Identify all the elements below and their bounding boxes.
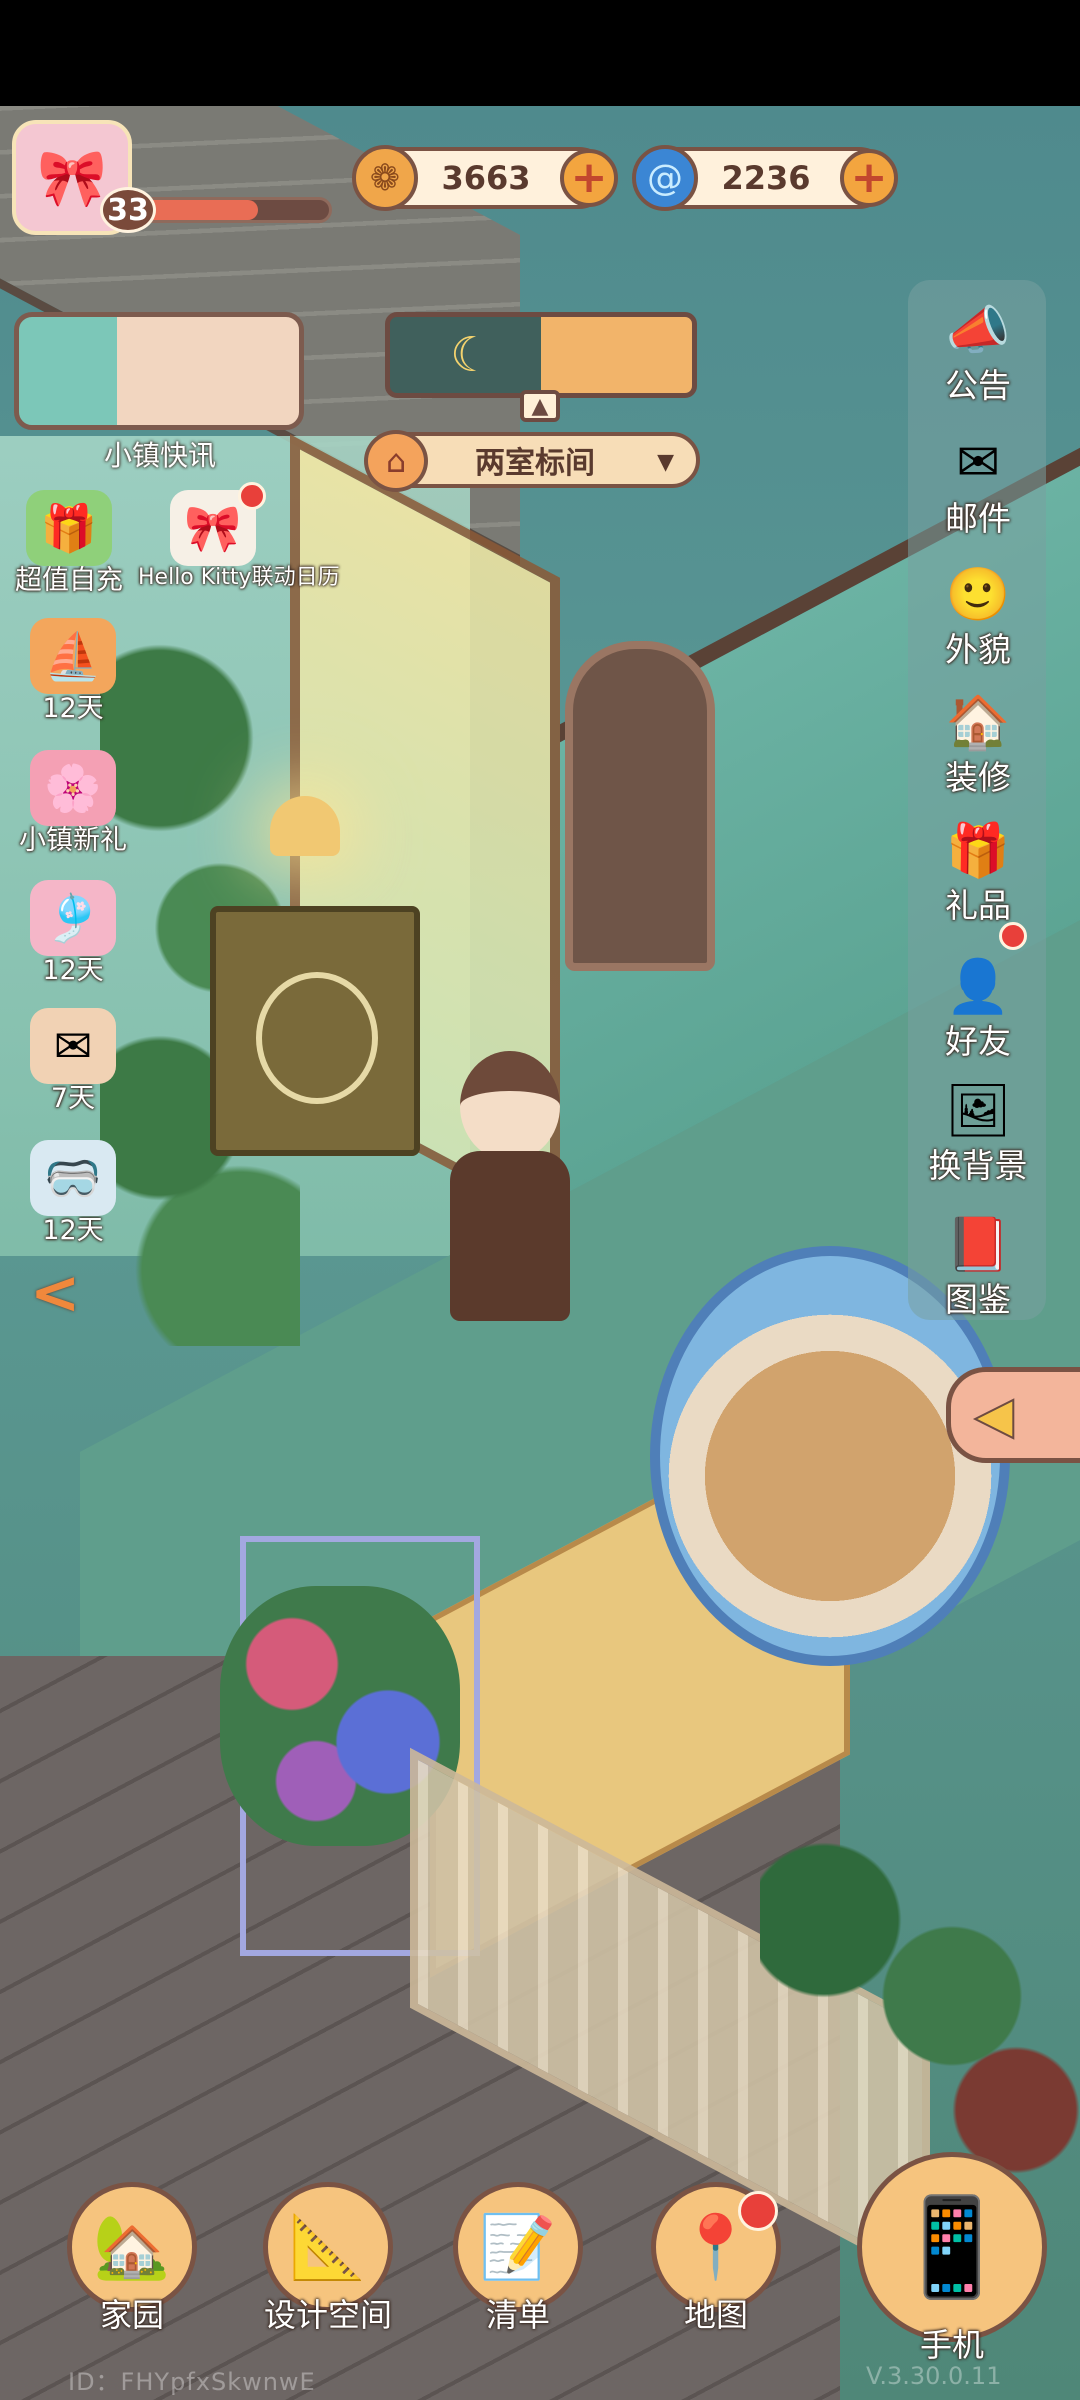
menu-mail[interactable]: ✉ 邮件 bbox=[920, 425, 1036, 537]
background-icon: 🖼 bbox=[944, 1080, 1011, 1141]
outfit-icon: 🎐 bbox=[30, 880, 116, 956]
add-coin-button[interactable]: + bbox=[560, 149, 618, 207]
exp-fill bbox=[143, 200, 259, 220]
mail-icon: ✉ bbox=[956, 433, 1000, 493]
news-banner[interactable] bbox=[14, 312, 304, 430]
event-timer: 12天 bbox=[42, 693, 104, 724]
megaphone-icon: 📣 bbox=[945, 300, 1011, 361]
nav-label: 设计空间 bbox=[263, 2296, 392, 2334]
menu-label: 公告 bbox=[945, 366, 1011, 405]
nav-label: 清单 bbox=[485, 2296, 550, 2334]
event-boat[interactable]: ⛵ 12天 bbox=[8, 618, 138, 724]
rose-icon: 🌸 bbox=[30, 750, 116, 826]
event-timer: 7天 bbox=[50, 1083, 96, 1114]
event-top-up[interactable]: 🎁 超值自充 bbox=[4, 490, 134, 596]
goggles-icon: 🥽 bbox=[30, 1140, 116, 1216]
collapse-right-button[interactable]: ◀ bbox=[946, 1367, 1080, 1463]
house-wrench-icon: 🏠 bbox=[945, 692, 1011, 753]
event-timer: 12天 bbox=[42, 1215, 104, 1246]
event-label: 小镇新礼 bbox=[19, 825, 127, 856]
chevron-down-icon: ▼ bbox=[657, 450, 674, 475]
menu-label: 好友 bbox=[945, 1022, 1011, 1061]
menu-label: 图鉴 bbox=[945, 1280, 1011, 1319]
weather-toggle[interactable]: ▲ bbox=[520, 390, 560, 422]
gem-counter[interactable]: @ 2236 + bbox=[632, 145, 898, 211]
player-id: ID：FHYpfxSkwnwE bbox=[68, 2368, 316, 2396]
bookshelf[interactable] bbox=[565, 641, 715, 971]
nav-label: 手机 bbox=[919, 2326, 984, 2364]
menu-label: 礼品 bbox=[945, 886, 1011, 925]
coin-icon: ❁ bbox=[352, 145, 418, 211]
player-character[interactable] bbox=[430, 1051, 590, 1381]
friend-book-icon: 👤 bbox=[945, 956, 1011, 1017]
letter-icon: ✉ bbox=[30, 1008, 116, 1084]
version-label: V.3.30.0.11 bbox=[866, 2362, 1002, 2390]
status-bar-area bbox=[0, 0, 1080, 106]
swirl-gem-icon: @ bbox=[632, 145, 698, 211]
house-icon: ⌂ bbox=[364, 430, 428, 492]
event-label: 超值自充 bbox=[15, 565, 123, 596]
coin-counter[interactable]: ❁ 3663 + bbox=[352, 145, 618, 211]
menu-label: 邮件 bbox=[945, 499, 1011, 538]
menu-appearance[interactable]: 🙂 外貌 bbox=[920, 556, 1036, 668]
menu-announcement[interactable]: 📣 公告 bbox=[920, 292, 1036, 404]
nav-design-space[interactable]: 📐 设计空间 bbox=[248, 2182, 408, 2336]
nav-map[interactable]: 📍 地图 bbox=[646, 2182, 786, 2336]
event-letter[interactable]: ✉ 7天 bbox=[8, 1008, 138, 1114]
menu-album[interactable]: 📕 图鉴 bbox=[920, 1206, 1036, 1318]
hello-kitty-icon: 🎀 bbox=[37, 145, 107, 211]
event-outfit[interactable]: 🎐 12天 bbox=[8, 880, 138, 986]
face-icon: 🙂 bbox=[945, 564, 1011, 625]
menu-label: 装修 bbox=[945, 758, 1011, 797]
notification-dot bbox=[238, 482, 266, 510]
menu-decorate[interactable]: 🏠 装修 bbox=[920, 684, 1036, 796]
event-goggles[interactable]: 🥽 12天 bbox=[8, 1140, 138, 1246]
menu-label: 外貌 bbox=[945, 630, 1011, 669]
menu-change-background[interactable]: 🖼 换背景 bbox=[920, 1072, 1036, 1184]
boat-icon: ⛵ bbox=[30, 618, 116, 694]
event-timer: 12天 bbox=[42, 955, 104, 986]
character-body bbox=[450, 1151, 570, 1321]
gift-icon: 🎁 bbox=[935, 812, 1027, 950]
nav-list[interactable]: 📝 清单 bbox=[448, 2182, 588, 2336]
event-hello-kitty-calendar[interactable]: 🎀 Hello Kitty联动日历 bbox=[138, 482, 340, 590]
triangle-left-icon: ◀ bbox=[974, 1385, 1014, 1445]
nav-label: 地图 bbox=[683, 2296, 748, 2334]
news-label: 小镇快讯 bbox=[103, 439, 216, 472]
calendar-icon: 🎀 bbox=[170, 482, 266, 566]
room-selector[interactable]: ⌂ 两室标间 ▼ bbox=[364, 430, 700, 492]
event-label: Hello Kitty联动日历 bbox=[138, 565, 340, 590]
menu-gifts[interactable]: 🎁 礼品 bbox=[920, 812, 1036, 950]
character-head bbox=[460, 1051, 560, 1161]
time-of-day-panel[interactable]: ☾ bbox=[385, 312, 697, 398]
notification-dot bbox=[999, 922, 1027, 950]
gift-box-icon: 🎁 bbox=[26, 490, 112, 566]
notification-dot bbox=[738, 2191, 778, 2231]
nav-label: 家园 bbox=[99, 2296, 164, 2334]
add-gem-button[interactable]: + bbox=[840, 149, 898, 207]
moon-icon: ☾ bbox=[450, 327, 494, 383]
nav-home[interactable]: 🏡 家园 bbox=[62, 2182, 202, 2336]
cabinet[interactable] bbox=[210, 906, 420, 1156]
exp-bar bbox=[140, 197, 332, 223]
phone-icon: 📱 bbox=[857, 2152, 1047, 2342]
menu-friends[interactable]: 👤 好友 bbox=[920, 948, 1036, 1060]
menu-label: 换背景 bbox=[928, 1146, 1028, 1185]
nav-phone[interactable]: 📱 手机 bbox=[852, 2152, 1052, 2366]
event-town-gift[interactable]: 🌸 小镇新礼 bbox=[8, 750, 138, 856]
potted-plants[interactable] bbox=[760, 1806, 1080, 2186]
level-badge: 33 bbox=[100, 187, 156, 233]
collapse-left-icon[interactable]: < bbox=[30, 1263, 80, 1323]
album-icon: 📕 bbox=[945, 1214, 1011, 1275]
